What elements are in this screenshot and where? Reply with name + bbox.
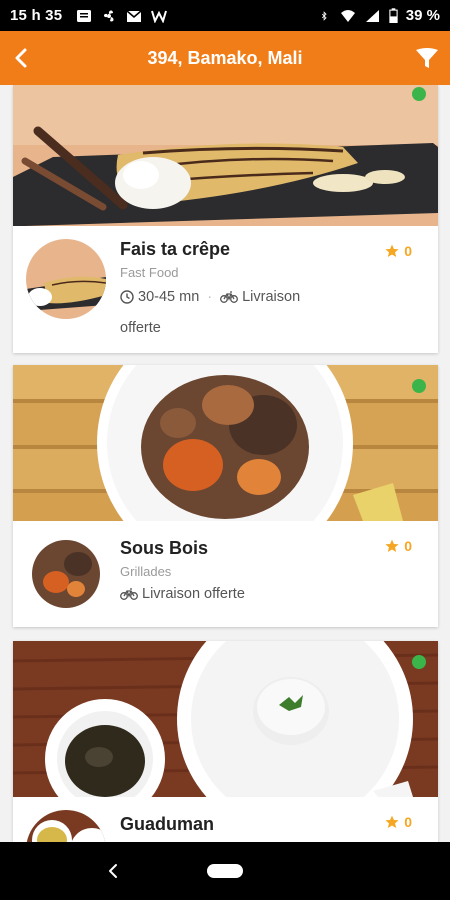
rating-value: 0 bbox=[404, 243, 412, 259]
restaurant-list[interactable]: Fais ta crêpe Fast Food 30-45 mn · Livra… bbox=[0, 85, 450, 842]
star-icon bbox=[385, 244, 399, 257]
restaurant-card[interactable]: Guaduman 0 bbox=[13, 641, 438, 842]
battery-level: 39 % bbox=[405, 7, 440, 24]
restaurant-card[interactable]: Fais ta crêpe Fast Food 30-45 mn · Livra… bbox=[13, 85, 438, 353]
system-nav-bar bbox=[0, 842, 450, 900]
online-status-dot bbox=[412, 655, 426, 669]
restaurant-name[interactable]: Sous Bois bbox=[120, 538, 208, 559]
filter-icon[interactable] bbox=[414, 45, 440, 71]
restaurant-thumbnail bbox=[26, 810, 106, 842]
restaurant-rating: 0 bbox=[385, 243, 412, 259]
restaurant-rating: 0 bbox=[385, 814, 412, 830]
star-icon bbox=[385, 815, 399, 828]
location-title[interactable]: 394, Bamako, Mali bbox=[147, 48, 302, 69]
back-arrow-icon[interactable] bbox=[10, 45, 34, 71]
restaurant-info: Fais ta crêpe Fast Food 30-45 mn · Livra… bbox=[13, 226, 438, 353]
nav-home-pill[interactable] bbox=[207, 864, 243, 878]
status-time: 15 h 35 bbox=[10, 7, 63, 24]
delivery-label: Livraison bbox=[242, 289, 301, 305]
rating-value: 0 bbox=[404, 538, 412, 554]
restaurant-banner-image bbox=[13, 85, 438, 226]
rating-value: 0 bbox=[404, 814, 412, 830]
nav-back-icon[interactable] bbox=[107, 863, 119, 879]
mail-icon bbox=[126, 9, 142, 22]
fan-icon bbox=[104, 9, 114, 21]
restaurant-rating: 0 bbox=[385, 538, 412, 554]
app-header: 394, Bamako, Mali bbox=[0, 31, 450, 85]
restaurant-meta: 30-45 mn · Livraison bbox=[120, 289, 300, 305]
restaurant-category: Fast Food bbox=[120, 265, 179, 280]
status-bar: 15 h 35 39 % bbox=[0, 0, 450, 31]
signal-icon bbox=[365, 9, 379, 22]
delivery-label: Livraison offerte bbox=[142, 586, 245, 602]
restaurant-name[interactable]: Fais ta crêpe bbox=[120, 239, 230, 260]
restaurant-info: Guaduman 0 bbox=[13, 797, 438, 842]
restaurant-card[interactable]: Sous Bois Grillades Livraison offerte 0 bbox=[13, 365, 438, 627]
online-status-dot bbox=[412, 87, 426, 101]
bicycle-icon bbox=[220, 291, 239, 303]
restaurant-name[interactable]: Guaduman bbox=[120, 814, 214, 835]
restaurant-meta: Livraison offerte bbox=[120, 586, 245, 602]
restaurant-thumbnail bbox=[26, 239, 106, 319]
wifi-icon bbox=[340, 9, 355, 22]
meta-separator: · bbox=[207, 289, 213, 305]
restaurant-banner-image bbox=[13, 641, 438, 797]
battery-icon bbox=[389, 8, 398, 23]
restaurant-info: Sous Bois Grillades Livraison offerte 0 bbox=[13, 521, 438, 627]
delivery-label-wrap: offerte bbox=[120, 320, 161, 336]
bicycle-icon bbox=[120, 588, 138, 600]
w-icon bbox=[151, 10, 168, 23]
delivery-time: 30-45 mn bbox=[138, 289, 200, 305]
online-status-dot bbox=[412, 379, 426, 393]
message-icon bbox=[77, 9, 92, 22]
restaurant-banner-image bbox=[13, 365, 438, 521]
clock-icon bbox=[120, 290, 134, 304]
restaurant-category: Grillades bbox=[120, 564, 172, 579]
star-icon bbox=[385, 539, 399, 552]
bluetooth-icon bbox=[321, 10, 327, 21]
restaurant-thumbnail bbox=[26, 534, 106, 614]
